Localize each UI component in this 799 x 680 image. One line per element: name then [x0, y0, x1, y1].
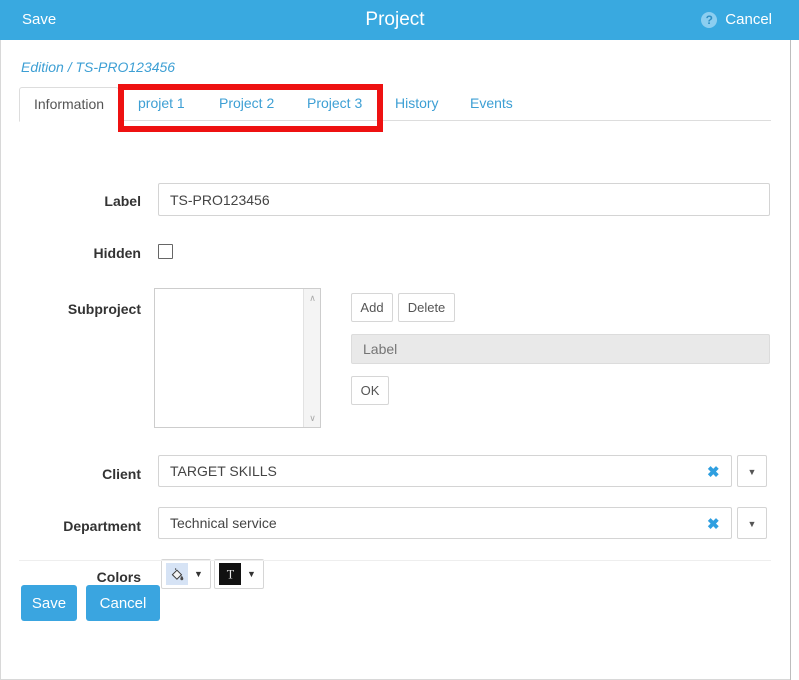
tab-projet-1[interactable]: projet 1 — [124, 87, 199, 121]
window-right-border — [790, 0, 799, 680]
client-clear-cross-icon[interactable]: ✖ — [707, 465, 720, 480]
subproject-delete-button[interactable]: Delete — [398, 293, 455, 322]
department-input[interactable] — [158, 507, 732, 539]
client-dropdown-chevron-down-icon[interactable]: ▼ — [737, 455, 767, 487]
header-right-group: ? Cancel — [701, 11, 772, 28]
tab-history[interactable]: History — [381, 87, 453, 121]
breadcrumb: Edition / TS-PRO123456 — [21, 59, 175, 75]
window-title: Project — [0, 9, 790, 31]
window-header-bar: Save Project ? Cancel — [0, 0, 790, 40]
client-input[interactable] — [158, 455, 732, 487]
subproject-scrollbar[interactable]: ∧ ∨ — [303, 289, 320, 427]
chevron-down-icon[interactable]: ∨ — [304, 411, 321, 425]
text-color-picker-button[interactable]: T ▼ — [214, 559, 264, 589]
subproject-listbox[interactable]: ∧ ∨ — [154, 288, 321, 428]
label-field-label: Label — [1, 193, 141, 209]
text-color-icon: T — [219, 563, 241, 585]
footer-cancel-button[interactable]: Cancel — [86, 585, 160, 621]
hidden-checkbox[interactable] — [158, 244, 173, 259]
colors-field-label: Colors — [1, 569, 141, 585]
question-mark-circle-icon[interactable]: ? — [701, 12, 717, 28]
footer-divider — [19, 560, 771, 561]
footer-save-button[interactable]: Save — [21, 585, 77, 621]
department-clear-cross-icon[interactable]: ✖ — [707, 517, 720, 532]
fill-color-picker-button[interactable]: ▼ — [161, 559, 211, 589]
window-body: Edition / TS-PRO123456 Information proje… — [0, 40, 790, 680]
chevron-up-icon[interactable]: ∧ — [304, 291, 321, 305]
subproject-field-label: Subproject — [1, 301, 141, 317]
text-color-caret-icon[interactable]: ▼ — [247, 569, 256, 579]
client-field-label: Client — [1, 466, 141, 482]
window-right-border-header — [790, 0, 799, 40]
tab-events[interactable]: Events — [456, 87, 527, 121]
label-input[interactable] — [158, 183, 770, 216]
svg-text:T: T — [226, 567, 234, 581]
tab-bar: Information projet 1 Project 2 Project 3… — [19, 87, 771, 121]
hidden-field-label: Hidden — [1, 245, 141, 261]
subproject-add-button[interactable]: Add — [351, 293, 393, 322]
paint-bucket-icon — [166, 563, 188, 585]
subproject-ok-button[interactable]: OK — [351, 376, 389, 405]
department-field-label: Department — [1, 518, 141, 534]
tab-information[interactable]: Information — [19, 87, 119, 122]
department-dropdown-chevron-down-icon[interactable]: ▼ — [737, 507, 767, 539]
subproject-label-input[interactable] — [351, 334, 770, 364]
fill-color-caret-icon[interactable]: ▼ — [194, 569, 203, 579]
tab-project-2[interactable]: Project 2 — [205, 87, 288, 121]
header-cancel-button[interactable]: Cancel — [725, 11, 772, 28]
project-edition-window: Save Project ? Cancel Edition / TS-PRO12… — [0, 0, 799, 680]
tab-project-3[interactable]: Project 3 — [293, 87, 376, 121]
